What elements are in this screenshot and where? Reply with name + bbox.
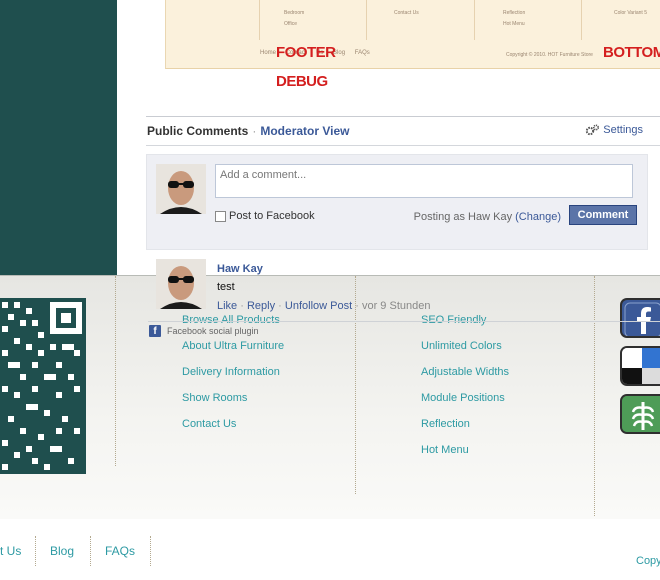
user-photo-icon <box>156 164 206 214</box>
delicious-icon <box>622 348 660 384</box>
preview-divider <box>366 0 367 40</box>
footer-link-seo[interactable]: SEO Friendly <box>421 307 509 333</box>
preview-item[interactable]: Contact Us <box>394 8 419 19</box>
footer-link-colors[interactable]: Unlimited Colors <box>421 333 509 359</box>
facebook-social-button[interactable] <box>620 298 660 338</box>
action-separator: · <box>278 300 282 312</box>
tab-moderator-view[interactable]: Moderator View <box>260 124 349 138</box>
preview-link-home[interactable]: Home <box>260 50 276 56</box>
preview-divider <box>259 0 260 40</box>
preview-item[interactable]: Reflection <box>503 8 525 19</box>
gear-icon <box>586 124 600 136</box>
preview-divider <box>581 0 582 40</box>
post-to-facebook-label: Post to Facebook <box>229 210 315 222</box>
preview-item[interactable]: Color Variant 5 <box>614 8 647 19</box>
unfollow-post-link[interactable]: Unfollow Post <box>285 300 352 312</box>
comment-text: test <box>217 281 235 293</box>
footer-link-reflection[interactable]: Reflection <box>421 411 509 437</box>
post-to-facebook-option[interactable]: Post to Facebook <box>215 210 315 222</box>
bottom-nav-divider <box>150 536 151 566</box>
preview-column-3: Reflection Hot Menu <box>503 8 525 30</box>
footer-link-delivery[interactable]: Delivery Information <box>182 359 284 385</box>
evernote-social-button[interactable] <box>620 394 660 434</box>
avatar <box>156 259 206 309</box>
change-identity-link[interactable]: (Change) <box>515 211 561 223</box>
comment-actions: Like · Reply · Unfollow Post · vor 9 Stu… <box>217 300 430 312</box>
facebook-plugin-label[interactable]: Facebook social plugin <box>167 326 259 336</box>
comment-author[interactable]: Haw Kay <box>217 263 263 275</box>
footer-links-column-2: SEO Friendly Unlimited Colors Adjustable… <box>421 307 509 463</box>
evernote-icon <box>622 396 660 432</box>
footer-link-modules[interactable]: Module Positions <box>421 385 509 411</box>
settings-label: Settings <box>603 124 643 136</box>
bottom-nav-divider <box>90 536 91 566</box>
preview-column-4: Color Variant 5 <box>614 8 647 19</box>
posting-as-info: Posting as Haw Kay (Change) <box>414 211 561 223</box>
bottom-link-blog[interactable]: Blog <box>50 544 74 558</box>
bottom-link-contact[interactable]: t Us <box>0 544 21 558</box>
settings-button[interactable]: Settings <box>585 124 643 136</box>
user-photo-icon <box>156 259 206 309</box>
preview-copyright: Copyright © 2010. HOT Furniture Store <box>506 52 593 58</box>
action-separator: · <box>355 300 359 312</box>
preview-column-2: Contact Us <box>394 8 419 19</box>
like-link[interactable]: Like <box>217 300 237 312</box>
tab-public-comments[interactable]: Public Comments <box>146 124 248 138</box>
comment-compose-box: Add a comment... Post to Facebook Postin… <box>146 154 648 250</box>
comment-button[interactable]: Comment <box>569 205 637 225</box>
preview-item[interactable]: Bedroom <box>284 8 304 19</box>
preview-item[interactable]: Office <box>284 19 304 30</box>
comments-tab-bar: Public Comments · Moderator View <box>146 116 660 146</box>
qr-code-icon <box>0 298 86 474</box>
footer-link-contact[interactable]: Contact Us <box>182 411 284 437</box>
posting-as-text: Posting as Haw Kay <box>413 211 513 223</box>
delicious-social-button[interactable] <box>620 346 660 386</box>
template-preview: Bedroom Office Contact Us Reflection Hot… <box>165 0 660 69</box>
preview-divider <box>474 0 475 40</box>
avatar <box>156 164 206 214</box>
footer-position-label: FOOTER <box>276 44 336 61</box>
comment-timestamp[interactable]: vor 9 Stunden <box>362 300 431 312</box>
qr-code[interactable] <box>0 298 86 474</box>
footer-divider <box>115 276 116 466</box>
bottom-link-faqs[interactable]: FAQs <box>105 544 135 558</box>
comment-input[interactable]: Add a comment... <box>215 164 633 198</box>
post-to-facebook-checkbox[interactable] <box>215 210 226 222</box>
bottom-nav-divider <box>35 536 36 566</box>
bottom-position-label: BOTTOM <box>603 44 660 61</box>
preview-item[interactable]: Hot Menu <box>503 19 525 30</box>
preview-link-faqs[interactable]: FAQs <box>355 50 370 56</box>
facebook-logo-icon[interactable]: f <box>149 325 161 337</box>
bottom-copyright: Copy <box>636 555 660 567</box>
action-separator: · <box>240 300 244 312</box>
facebook-icon <box>624 302 660 336</box>
footer-divider <box>594 276 595 516</box>
footer-link-widths[interactable]: Adjustable Widths <box>421 359 509 385</box>
facebook-plugin-divider <box>148 321 660 322</box>
footer-link-hot-menu[interactable]: Hot Menu <box>421 437 509 463</box>
left-teal-band <box>0 0 117 275</box>
facebook-comments-widget: Public Comments · Moderator View Setting… <box>146 116 660 250</box>
facebook-social-plugin: f Facebook social plugin <box>149 325 259 337</box>
reply-link[interactable]: Reply <box>247 300 275 312</box>
debug-position-label: DEBUG <box>276 73 328 90</box>
tab-separator: · <box>252 124 257 138</box>
preview-column-1: Bedroom Office <box>284 8 304 30</box>
footer-link-show-rooms[interactable]: Show Rooms <box>182 385 284 411</box>
